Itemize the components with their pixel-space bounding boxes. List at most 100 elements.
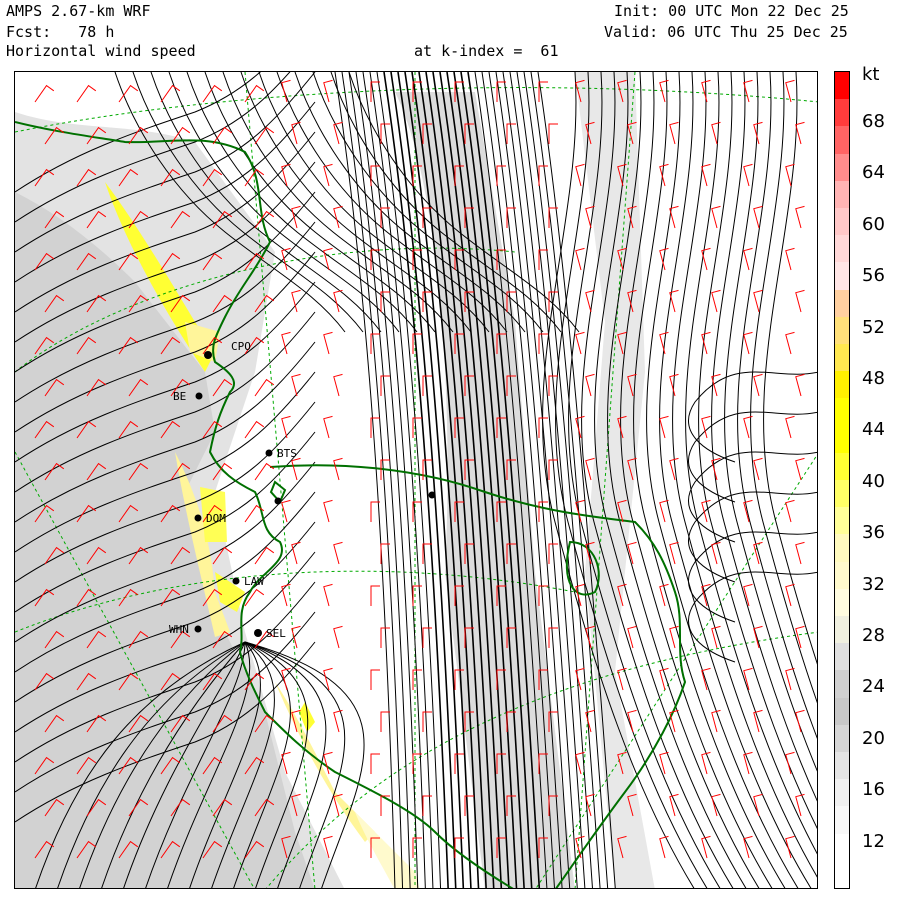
init-time: Init: 00 UTC Mon 22 Dec 25 xyxy=(614,2,849,20)
wind-barb xyxy=(785,331,795,355)
wind-barb xyxy=(785,499,795,523)
wind-barb xyxy=(323,331,333,355)
colorbar-tick-label: 16 xyxy=(862,779,885,801)
station-marker-unnamed-a xyxy=(274,497,282,505)
colorbar-tick-label: 60 xyxy=(862,213,885,235)
wind-barb xyxy=(323,751,333,775)
wind-barb xyxy=(753,373,763,397)
station-marker-cpo xyxy=(204,351,212,359)
colorbar-segment xyxy=(835,806,849,835)
wind-barb xyxy=(795,457,805,481)
wind-barb xyxy=(795,373,805,397)
wind-barb xyxy=(711,289,721,313)
wind-barb xyxy=(496,165,506,186)
colorbar-segment xyxy=(835,697,849,726)
wind-barb xyxy=(380,375,390,396)
wind-barb xyxy=(538,585,548,606)
map-canvas xyxy=(15,72,817,888)
wind-barb xyxy=(422,627,432,648)
wind-barb xyxy=(254,126,275,145)
wind-barb xyxy=(785,835,795,859)
wind-barb xyxy=(281,415,291,439)
station-label-cpo: CPO xyxy=(231,340,251,353)
wind-barb xyxy=(575,247,585,271)
wind-barb xyxy=(795,541,805,565)
colorbar-tick-label: 64 xyxy=(862,162,885,184)
wind-barb xyxy=(669,793,679,817)
wind-barb xyxy=(743,331,753,355)
colorbar-tick-label: 48 xyxy=(862,368,885,389)
wind-barb xyxy=(34,84,55,103)
wind-barb xyxy=(244,420,265,439)
wind-barb xyxy=(323,499,333,523)
colorbar-segment xyxy=(835,72,849,100)
wind-barb xyxy=(785,583,795,607)
wind-barb xyxy=(370,165,380,186)
colorbar-tick-label: 24 xyxy=(862,676,885,698)
wind-barb xyxy=(785,667,795,691)
station-marker-sel xyxy=(254,629,262,637)
wind-barb xyxy=(370,669,380,690)
station-marker-law xyxy=(232,577,240,585)
wind-barb xyxy=(743,163,753,187)
wind-barb xyxy=(333,289,343,313)
colorbar-segment xyxy=(835,208,849,236)
colorbar-segment xyxy=(835,643,849,671)
colorbar-segment xyxy=(835,425,849,454)
wind-barb xyxy=(422,291,432,312)
colorbar-segment xyxy=(835,507,849,535)
wind-barb xyxy=(711,625,721,649)
wind-barb xyxy=(659,415,669,439)
wind-barb xyxy=(795,625,805,649)
wind-barb xyxy=(254,546,275,565)
station-label-dom: DOM xyxy=(206,512,226,525)
colorbar-tick-label: 68 xyxy=(862,111,885,132)
station-label-be: BE xyxy=(173,390,187,403)
wind-barb xyxy=(291,373,301,397)
wind-barb xyxy=(291,541,301,565)
level-label: at k-index = 61 xyxy=(414,42,559,60)
field-name: Horizontal wind speed xyxy=(6,42,196,60)
station-label-sel: SEL xyxy=(266,627,286,640)
wind-barb xyxy=(743,751,753,775)
wind-barb xyxy=(669,625,679,649)
wind-barb xyxy=(412,585,422,606)
colorbar-segment xyxy=(835,180,849,209)
wind-barb xyxy=(323,415,333,439)
wind-barb xyxy=(323,583,333,607)
colorbar-segment xyxy=(835,262,849,291)
wind-barb xyxy=(785,751,795,775)
wind-barb xyxy=(412,837,422,858)
wind-barb xyxy=(548,123,558,144)
forecast-hour: Fcst: 78 h xyxy=(6,23,115,41)
wind-barb xyxy=(370,753,380,774)
colorbar-segment xyxy=(835,289,849,318)
wind-barb xyxy=(333,205,343,229)
station-marker-bts xyxy=(265,449,273,457)
wind-barb xyxy=(454,753,464,774)
wind-barb xyxy=(701,499,711,523)
wind-barb xyxy=(753,121,763,145)
wind-barb xyxy=(333,373,343,397)
wind-barb xyxy=(795,121,805,145)
colorbar-tick-label: 12 xyxy=(862,830,885,852)
wind-barb xyxy=(753,625,763,649)
colorbar-tick-label: 20 xyxy=(862,727,885,749)
colorbar-tick-label: 40 xyxy=(862,470,885,492)
colorbar-tick-label: 28 xyxy=(862,625,885,646)
wind-barb xyxy=(422,711,432,732)
colorbar-segment xyxy=(835,588,849,617)
wind-barb xyxy=(795,709,805,733)
wind-barb xyxy=(370,585,380,606)
colorbar-segment xyxy=(835,153,849,182)
wind-barb xyxy=(795,205,805,229)
wind-barb xyxy=(743,667,753,691)
colorbar-segment xyxy=(835,452,849,481)
wind-barb xyxy=(711,709,721,733)
wind-barb xyxy=(659,163,669,187)
wind-barb xyxy=(669,541,679,565)
wind-barb xyxy=(585,373,595,397)
colorbar-tick-label: 52 xyxy=(862,316,885,338)
station-label-law: LAW xyxy=(244,575,264,588)
wind-barb xyxy=(333,625,343,649)
